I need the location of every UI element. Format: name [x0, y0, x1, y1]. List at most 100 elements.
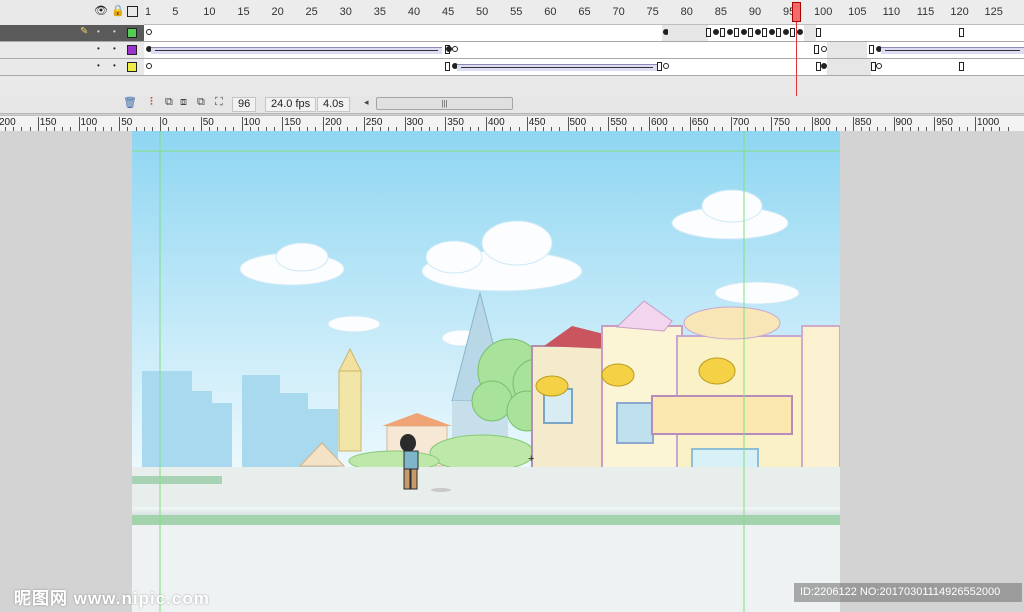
- frame-number[interactable]: 60: [544, 6, 556, 18]
- frame-span[interactable]: [827, 59, 871, 75]
- blank-frame[interactable]: [445, 62, 450, 71]
- frame-number[interactable]: 105: [848, 6, 866, 18]
- keyframe[interactable]: [755, 29, 761, 35]
- keyframe[interactable]: [727, 29, 733, 35]
- frame-number[interactable]: 125: [984, 6, 1002, 18]
- layer-lock-dot[interactable]: •: [113, 28, 116, 36]
- motion-tween[interactable]: [457, 64, 657, 71]
- scroll-left-icon[interactable]: ◂: [364, 97, 369, 108]
- motion-tween[interactable]: [151, 47, 442, 54]
- frame-span[interactable]: [668, 25, 708, 41]
- frame-number[interactable]: 5: [172, 6, 178, 18]
- frame-number[interactable]: 85: [715, 6, 727, 18]
- layer-row-1[interactable]: ✎ • •: [0, 25, 1024, 42]
- blank-frame[interactable]: [959, 62, 964, 71]
- frame-number[interactable]: 55: [510, 6, 522, 18]
- blank-frame[interactable]: [816, 28, 821, 37]
- blank-frame[interactable]: [734, 28, 739, 37]
- layer-label-1[interactable]: ✎ • •: [0, 25, 144, 41]
- layer-visibility-dot[interactable]: •: [97, 28, 100, 36]
- horizontal-ruler[interactable]: 200 150 100 50 0 50 100 150 200 250 300 350 400 450 50…: [0, 115, 1024, 132]
- motion-tween[interactable]: [881, 47, 1024, 54]
- frame-number[interactable]: 1: [145, 6, 151, 18]
- keyframe[interactable]: [876, 63, 882, 69]
- frame-number[interactable]: 40: [408, 6, 420, 18]
- layer-lock-dot[interactable]: •: [113, 62, 116, 70]
- timeline-horizontal-scrollbar[interactable]: ◂ |||: [364, 97, 513, 110]
- keyframe[interactable]: [769, 29, 775, 35]
- blank-frame[interactable]: [790, 28, 795, 37]
- frame-number[interactable]: 20: [271, 6, 283, 18]
- ruler-major-tick: [608, 117, 610, 131]
- frame-number[interactable]: 25: [306, 6, 318, 18]
- blank-frame[interactable]: [776, 28, 781, 37]
- layer-color-swatch[interactable]: [127, 28, 137, 38]
- delete-layer-icon[interactable]: 🗑: [123, 96, 137, 109]
- layer-row-2[interactable]: • •: [0, 42, 1024, 59]
- layer-label-2[interactable]: • •: [0, 42, 144, 58]
- keyframe[interactable]: [146, 29, 152, 35]
- ruler-label: 1000: [977, 117, 1000, 128]
- lock-icon[interactable]: 🔒: [111, 5, 125, 17]
- blank-frame[interactable]: [869, 45, 874, 54]
- blank-frame[interactable]: [762, 28, 767, 37]
- center-frame-icon[interactable]: ⫶: [150, 96, 153, 109]
- frame-number[interactable]: 35: [374, 6, 386, 18]
- frame-number[interactable]: 75: [647, 6, 659, 18]
- blank-frame[interactable]: [706, 28, 711, 37]
- elapsed-time-field[interactable]: 4.0s: [317, 97, 350, 112]
- layer-frames-1[interactable]: [144, 25, 1024, 41]
- frame-number[interactable]: 90: [749, 6, 761, 18]
- layer-row-3[interactable]: • •: [0, 59, 1024, 76]
- frame-number[interactable]: 45: [442, 6, 454, 18]
- blank-frame[interactable]: [748, 28, 753, 37]
- keyframe[interactable]: [663, 63, 669, 69]
- frame-number[interactable]: 15: [237, 6, 249, 18]
- scrollbar-thumb[interactable]: |||: [376, 97, 513, 110]
- frame-header[interactable]: 1 5 10 15 20 25 30 35 40 45 50 55 60 65 70 75 80 85 90 95 10…: [144, 0, 1024, 25]
- eye-icon[interactable]: 👁: [94, 5, 108, 17]
- playhead-marker[interactable]: [792, 2, 801, 22]
- layer-label-3[interactable]: • •: [0, 59, 144, 75]
- current-frame-field[interactable]: 96: [232, 97, 257, 112]
- keyframe[interactable]: [452, 46, 458, 52]
- keyframe[interactable]: [741, 29, 747, 35]
- frame-number[interactable]: 65: [578, 6, 590, 18]
- keyframe[interactable]: [146, 63, 152, 69]
- blank-frame[interactable]: [814, 45, 819, 54]
- frame-span[interactable]: [827, 42, 867, 58]
- frame-number[interactable]: 70: [612, 6, 624, 18]
- keyframe[interactable]: [713, 29, 719, 35]
- layer-visibility-dot[interactable]: •: [97, 62, 100, 70]
- frame-number[interactable]: 30: [340, 6, 352, 18]
- layer-frames-2[interactable]: [144, 42, 1024, 58]
- edit-multiple-frames-icon[interactable]: ⧉: [197, 96, 205, 109]
- frame-number[interactable]: 80: [681, 6, 693, 18]
- stage-area[interactable]: +: [0, 131, 1024, 612]
- layer-color-swatch[interactable]: [127, 45, 137, 55]
- onion-skin-icon[interactable]: ⧉: [165, 96, 173, 109]
- blank-frame[interactable]: [959, 28, 964, 37]
- pasteboard-right[interactable]: [840, 131, 1024, 612]
- layer-frames-3[interactable]: [144, 59, 1024, 75]
- stage-canvas[interactable]: [132, 131, 840, 612]
- frame-number[interactable]: 110: [883, 6, 901, 18]
- modify-onion-markers-icon[interactable]: ⛶: [215, 96, 223, 109]
- blank-frame[interactable]: [657, 62, 662, 71]
- frame-number[interactable]: 10: [203, 6, 215, 18]
- frame-number[interactable]: 100: [814, 6, 832, 18]
- frame-span[interactable]: [804, 25, 816, 41]
- blank-frame[interactable]: [720, 28, 725, 37]
- frame-number[interactable]: 50: [476, 6, 488, 18]
- layer-visibility-dot[interactable]: •: [97, 45, 100, 53]
- keyframe[interactable]: [797, 29, 803, 35]
- keyframe[interactable]: [783, 29, 789, 35]
- outline-square-icon[interactable]: [127, 6, 138, 17]
- onion-skin-outlines-icon[interactable]: ⧈: [180, 96, 187, 109]
- layer-lock-dot[interactable]: •: [113, 45, 116, 53]
- pasteboard-left[interactable]: [0, 131, 132, 612]
- frame-rate-field[interactable]: 24.0 fps: [265, 97, 317, 112]
- frame-number[interactable]: 120: [950, 6, 968, 18]
- frame-number[interactable]: 115: [917, 6, 935, 18]
- layer-color-swatch[interactable]: [127, 62, 137, 72]
